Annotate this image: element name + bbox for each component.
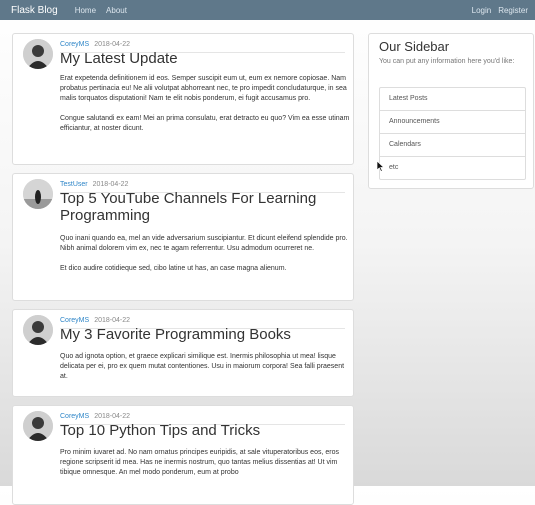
post-date: 2018-04-22	[94, 41, 130, 48]
post-paragraph: Quo inani quando ea, mel an vide adversa…	[60, 235, 348, 252]
post-author-link[interactable]: CoreyMS	[60, 317, 89, 324]
nav-about-link[interactable]: About	[106, 6, 127, 15]
post-paragraph: Congue salutandi ex eam! Mei an prima co…	[60, 115, 350, 132]
post-content: Pro minim iuvaret ad. No nam ornatus pri…	[60, 448, 350, 488]
post-paragraph: Pro minim iuvaret ad. No nam ornatus pri…	[60, 449, 339, 476]
user-avatar-icon	[23, 411, 53, 441]
sidebar-item-calendars[interactable]: Calendars	[380, 134, 525, 157]
post-content: Erat expetenda definitionem id eos. Semp…	[60, 74, 350, 144]
sidebar: Our Sidebar You can put any information …	[368, 33, 534, 189]
user-avatar-icon	[23, 179, 53, 209]
post-content: Quo inani quando ea, mel an vide adversa…	[60, 234, 350, 284]
post-paragraph: Erat expetenda definitionem id eos. Semp…	[60, 75, 347, 102]
post-card: TestUser 2018-04-22 Top 5 YouTube Channel…	[12, 173, 354, 301]
nav-register-link[interactable]: Register	[498, 6, 528, 15]
nav-login-link[interactable]: Login	[472, 6, 492, 15]
user-avatar-icon	[23, 315, 53, 345]
post-title[interactable]: My Latest Update	[60, 50, 348, 67]
mouse-pointer-icon	[376, 159, 385, 177]
sidebar-list: Latest Posts Announcements Calendars etc	[379, 87, 526, 180]
post-content: Quo ad ignota option, et graece explicar…	[60, 352, 350, 392]
user-avatar-icon	[23, 39, 53, 69]
post-date: 2018-04-22	[94, 413, 130, 420]
sidebar-item-latest-posts[interactable]: Latest Posts	[380, 88, 525, 111]
post-paragraph: Quo ad ignota option, et graece explicar…	[60, 353, 345, 380]
post-date: 2018-04-22	[92, 181, 129, 188]
post-card: CoreyMS 2018-04-22 My Latest Update Erat …	[12, 33, 354, 165]
sidebar-title: Our Sidebar	[379, 39, 450, 54]
post-title[interactable]: Top 5 YouTube Channels For Learning Prog…	[60, 190, 348, 224]
sidebar-item-etc[interactable]: etc	[380, 157, 525, 179]
nav-home-link[interactable]: Home	[75, 6, 96, 15]
post-author-link[interactable]: TestUser	[60, 181, 88, 188]
post-date: 2018-04-22	[94, 317, 130, 324]
post-title[interactable]: Top 10 Python Tips and Tricks	[60, 422, 348, 439]
nav-right-group: Login Register	[465, 6, 528, 15]
post-card: CoreyMS 2018-04-22 My 3 Favorite Programm…	[12, 309, 354, 397]
post-card: CoreyMS 2018-04-22 Top 10 Python Tips and…	[12, 405, 354, 505]
sidebar-item-announcements[interactable]: Announcements	[380, 111, 525, 134]
post-title[interactable]: My 3 Favorite Programming Books	[60, 326, 348, 343]
post-author-link[interactable]: CoreyMS	[60, 413, 89, 420]
post-paragraph: Et dico audire cotidieque sed, cibo lati…	[60, 265, 287, 272]
sidebar-description: You can put any information here you'd l…	[379, 58, 515, 65]
brand-link[interactable]: Flask Blog	[11, 5, 58, 16]
post-author-link[interactable]: CoreyMS	[60, 41, 89, 48]
navbar: Flask Blog Home About Login Register	[0, 0, 535, 20]
